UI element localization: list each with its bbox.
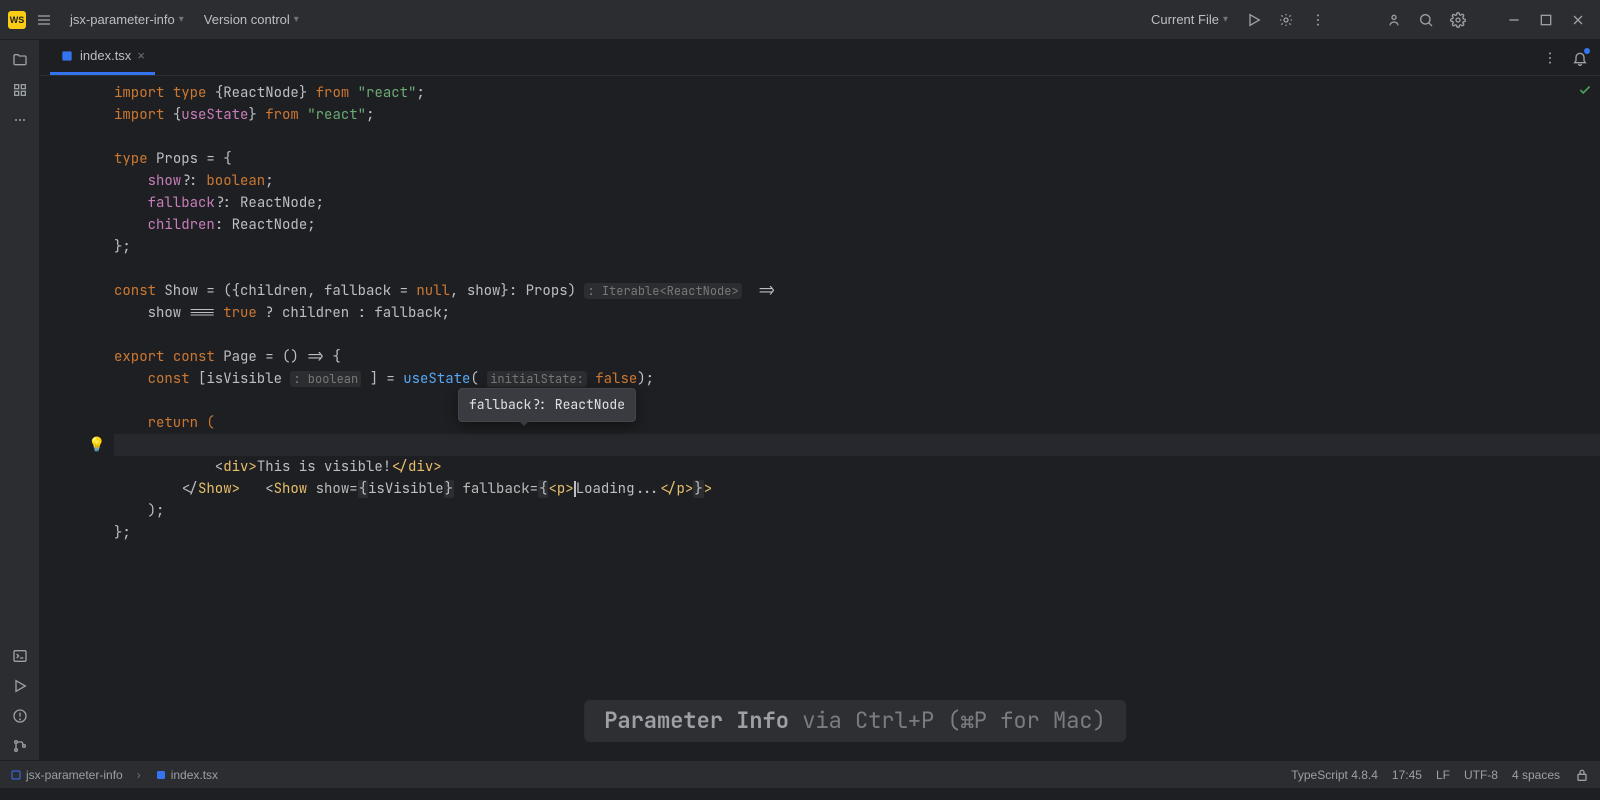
debug-button[interactable]: [1272, 6, 1300, 34]
overlay-bold: Parameter Info: [604, 706, 789, 735]
structure-toolwindow-icon[interactable]: [6, 76, 34, 104]
parameter-info-overlay: Parameter Info via Ctrl+P (⌘P for Mac): [584, 700, 1126, 742]
project-name-label: jsx-parameter-info: [70, 12, 175, 27]
tab-filename: index.tsx: [80, 48, 131, 63]
breadcrumb-file[interactable]: index.tsx: [155, 768, 218, 782]
chevron-down-icon: ▾: [294, 14, 299, 25]
statusbar: jsx-parameter-info › index.tsx TypeScrip…: [0, 760, 1600, 788]
vcs-label: Version control: [204, 12, 290, 27]
close-tab-icon[interactable]: ×: [137, 48, 145, 63]
intention-bulb-icon[interactable]: 💡: [88, 434, 105, 456]
settings-icon[interactable]: [1444, 6, 1472, 34]
code-editor[interactable]: import type {ReactNode} from "react"; im…: [40, 76, 1600, 760]
status-caret-position[interactable]: 17:45: [1392, 768, 1422, 782]
project-toolwindow-icon[interactable]: [6, 46, 34, 74]
status-indent[interactable]: 4 spaces: [1512, 768, 1560, 782]
inspection-ok-icon[interactable]: [1578, 82, 1592, 104]
parameter-info-popup: fallback?: ReactNode: [458, 388, 636, 422]
main-area: index.tsx × import type {ReactNode} from…: [0, 40, 1600, 760]
vcs-toolwindow-icon[interactable]: [6, 732, 34, 760]
close-window-icon[interactable]: [1564, 6, 1592, 34]
run-config-label: Current File: [1151, 12, 1219, 27]
search-icon[interactable]: [1412, 6, 1440, 34]
more-actions-icon[interactable]: [1304, 6, 1332, 34]
breadcrumb-separator-icon: ›: [137, 768, 141, 782]
run-config-dropdown[interactable]: Current File ▾: [1143, 8, 1236, 31]
titlebar: WS jsx-parameter-info▾ Version control▾ …: [0, 0, 1600, 40]
notifications-icon[interactable]: [1566, 44, 1594, 72]
run-toolwindow-icon[interactable]: [6, 672, 34, 700]
breadcrumb-project[interactable]: jsx-parameter-info: [10, 768, 123, 782]
app-logo: WS: [8, 11, 26, 29]
status-encoding[interactable]: UTF-8: [1464, 768, 1498, 782]
minimize-window-icon[interactable]: [1500, 6, 1528, 34]
tab-index-tsx[interactable]: index.tsx ×: [50, 39, 155, 75]
chevron-down-icon: ▾: [179, 14, 184, 25]
gutter: [40, 76, 110, 760]
run-button[interactable]: [1240, 6, 1268, 34]
problems-toolwindow-icon[interactable]: [6, 702, 34, 730]
code-content: import type {ReactNode} from "react"; im…: [110, 76, 1600, 760]
code-with-me-icon[interactable]: [1380, 6, 1408, 34]
overlay-rest: via Ctrl+P (⌘P for Mac): [789, 706, 1106, 735]
main-menu-icon[interactable]: [30, 6, 58, 34]
left-toolbar: [0, 40, 40, 760]
editor-tabs: index.tsx ×: [40, 40, 1600, 76]
vcs-dropdown[interactable]: Version control ▾: [196, 8, 307, 31]
tab-more-icon[interactable]: [1536, 44, 1564, 72]
editor-area: index.tsx × import type {ReactNode} from…: [40, 40, 1600, 760]
status-typescript[interactable]: TypeScript 4.8.4: [1291, 768, 1378, 782]
readonly-lock-icon[interactable]: [1574, 767, 1590, 783]
tsx-file-icon: [60, 49, 74, 63]
parameter-info-text: fallback?: ReactNode: [469, 396, 625, 413]
maximize-window-icon[interactable]: [1532, 6, 1560, 34]
chevron-down-icon: ▾: [1223, 14, 1228, 25]
more-toolwindows-icon[interactable]: [6, 106, 34, 134]
terminal-toolwindow-icon[interactable]: [6, 642, 34, 670]
status-line-separator[interactable]: LF: [1436, 768, 1450, 782]
project-dropdown[interactable]: jsx-parameter-info ▾: [62, 8, 192, 31]
